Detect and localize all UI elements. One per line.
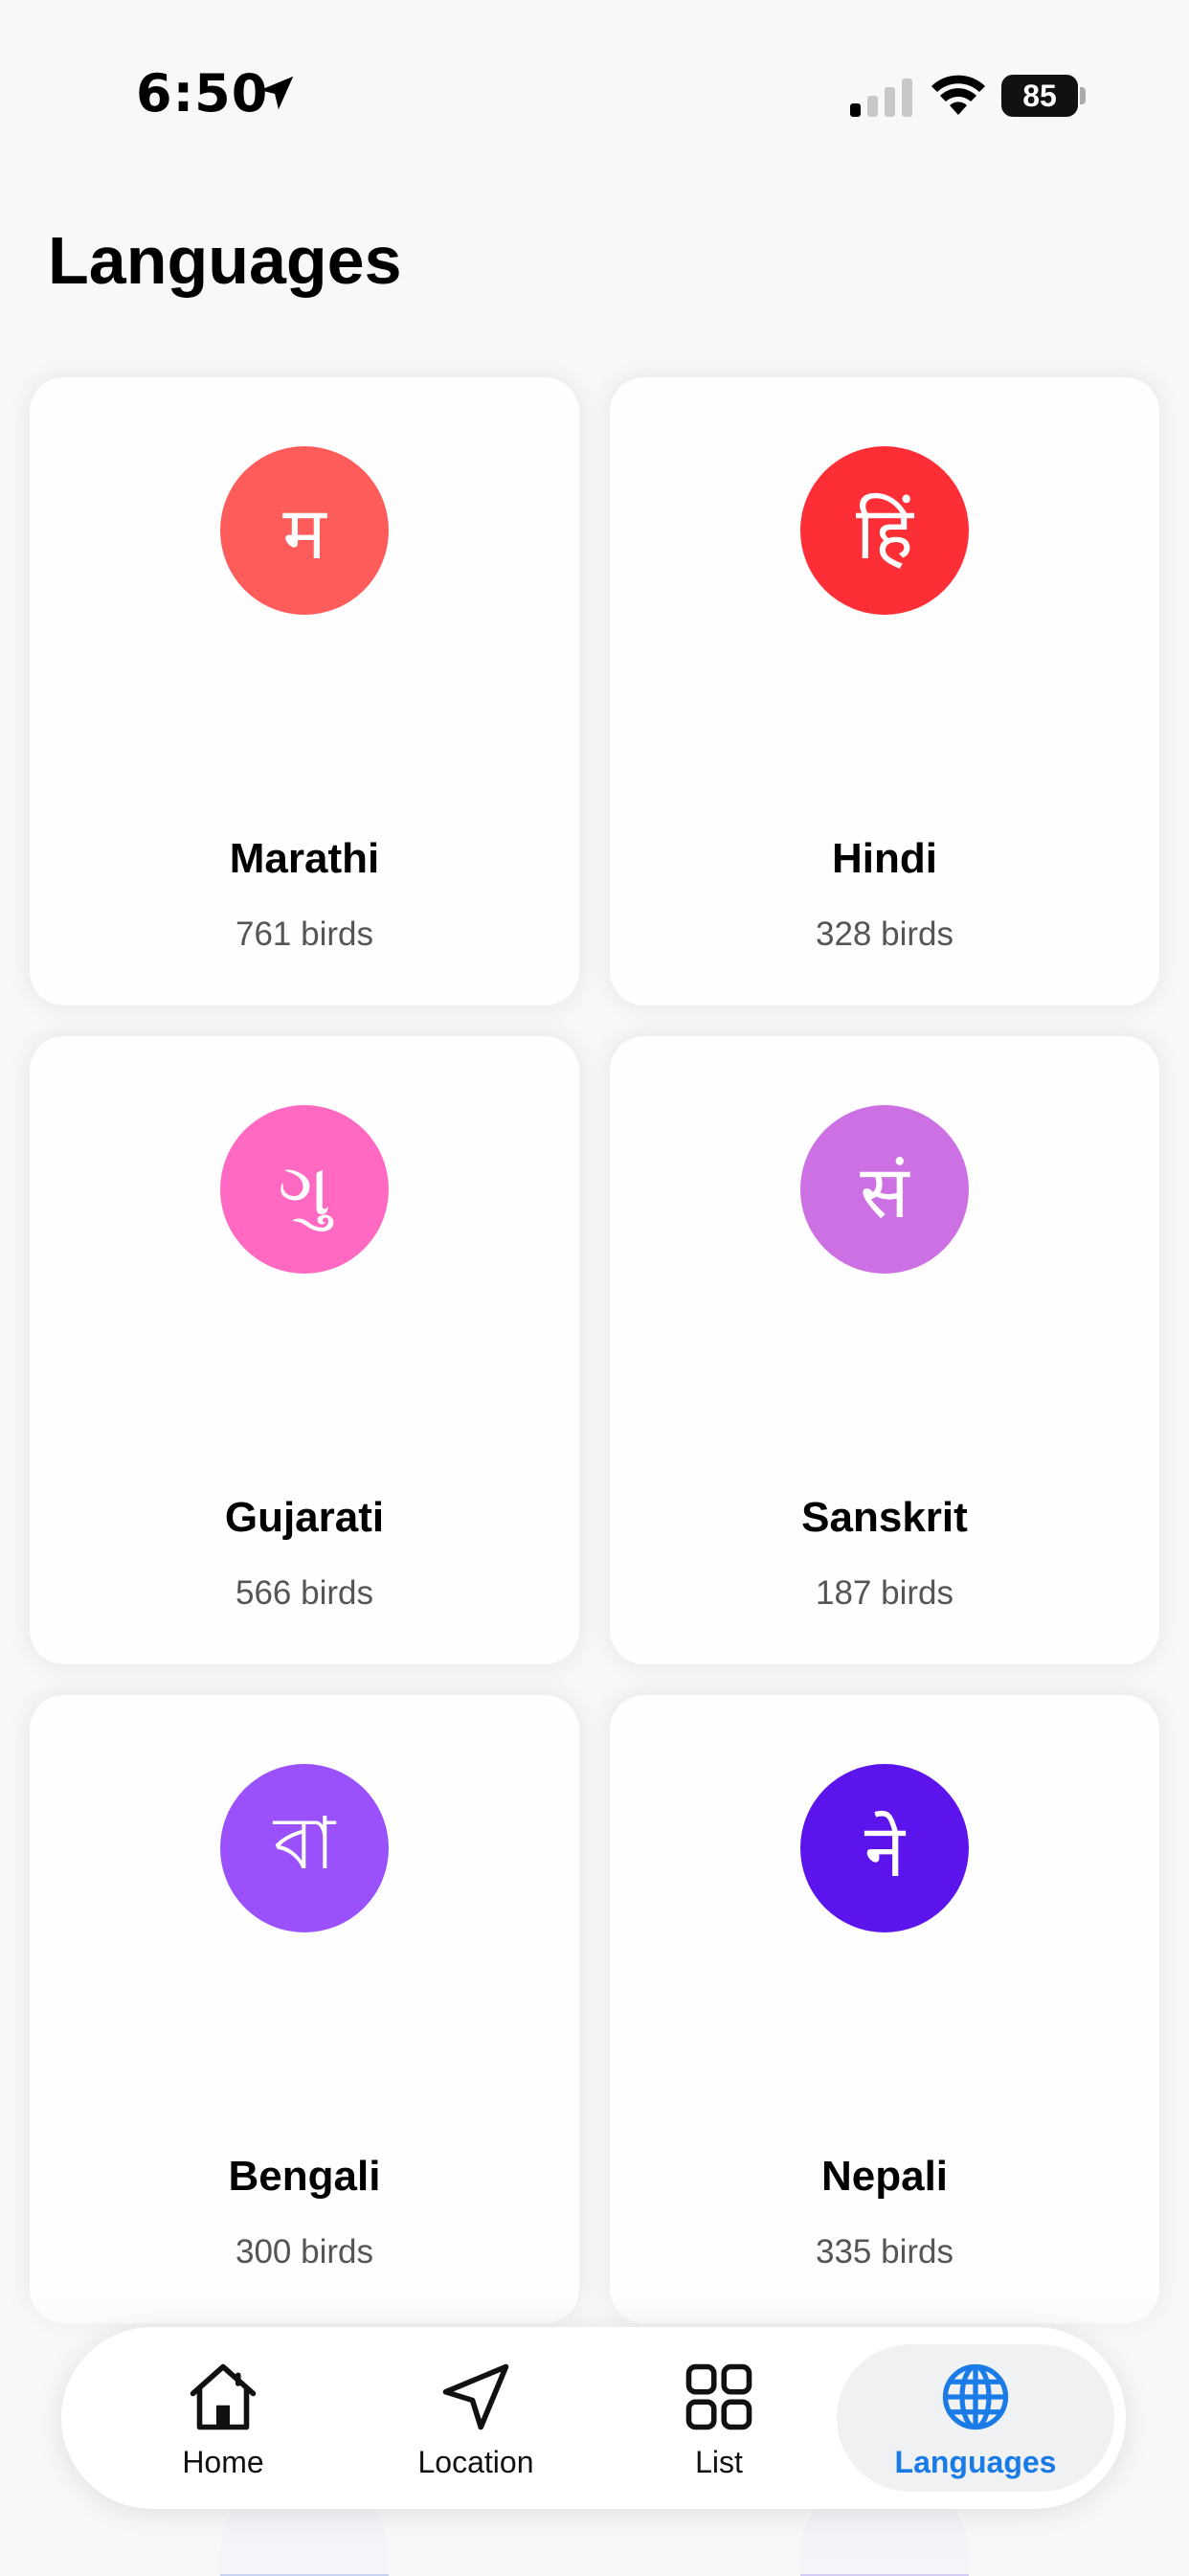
tab-label: Home	[182, 2444, 264, 2479]
language-name: Marathi	[229, 835, 380, 882]
bird-count: 761 birds	[236, 915, 373, 953]
grid-icon	[685, 2363, 752, 2429]
language-glyph-badge: ગુ	[220, 1105, 389, 1274]
globe-icon	[942, 2363, 1009, 2429]
bird-count: 335 birds	[816, 2233, 953, 2271]
language-card-bengali[interactable]: বা Bengali 300 birds	[30, 1695, 579, 2323]
tab-label: Languages	[894, 2444, 1057, 2479]
tab-label: Location	[417, 2444, 534, 2479]
tab-label: List	[695, 2444, 743, 2479]
tab-location[interactable]: Location	[356, 2327, 595, 2509]
bird-count: 566 birds	[236, 1574, 373, 1612]
language-name: Sanskrit	[801, 1494, 968, 1541]
language-glyph-badge: सं	[800, 1105, 969, 1274]
tab-home[interactable]: Home	[103, 2327, 343, 2509]
bird-count: 187 birds	[816, 1574, 953, 1612]
language-glyph-badge: हिं	[800, 446, 969, 615]
language-name: Bengali	[228, 2153, 381, 2200]
navigation-arrow-icon	[442, 2363, 509, 2429]
language-name: Nepali	[820, 2153, 949, 2200]
bird-count: 328 birds	[816, 915, 953, 953]
tab-languages[interactable]: Languages	[856, 2327, 1095, 2509]
language-name: Gujarati	[224, 1494, 385, 1541]
language-card-nepali[interactable]: ने Nepali 335 birds	[610, 1695, 1159, 2323]
language-card-hindi[interactable]: हिं Hindi 328 birds	[610, 377, 1159, 1006]
language-glyph-badge: ने	[800, 1764, 969, 1932]
bird-count: 300 birds	[236, 2233, 373, 2271]
tab-bar: Home Location List Languages	[61, 2327, 1126, 2509]
language-glyph-badge: বা	[220, 1764, 389, 1932]
language-card-gujarati[interactable]: ગુ Gujarati 566 birds	[30, 1036, 579, 1664]
language-card-sanskrit[interactable]: सं Sanskrit 187 birds	[610, 1036, 1159, 1664]
language-card-marathi[interactable]: म Marathi 761 birds	[30, 377, 579, 1006]
language-name: Hindi	[832, 835, 937, 882]
language-glyph-badge: म	[220, 446, 389, 615]
house-icon	[190, 2363, 257, 2429]
tab-list[interactable]: List	[599, 2327, 839, 2509]
language-grid: म Marathi 761 birds हिं Hindi 328 birds …	[0, 0, 1189, 2574]
